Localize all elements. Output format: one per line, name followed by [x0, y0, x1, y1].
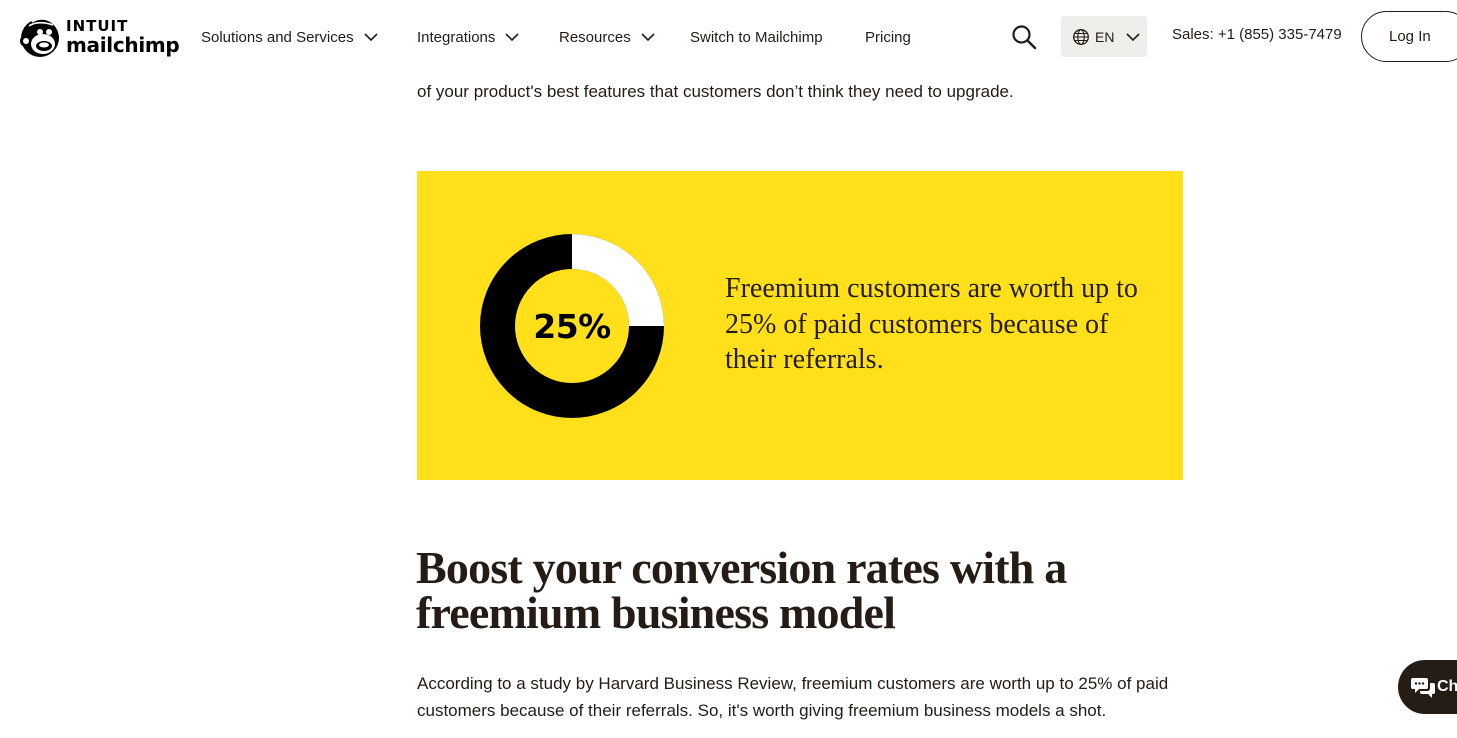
- nav-label: Integrations: [417, 28, 496, 46]
- stat-text: Freemium customers are worth up to 25% o…: [725, 273, 1138, 375]
- chevron-down-icon: [364, 33, 378, 42]
- site-header: INTUIT mailchimp Solutions and Services …: [0, 0, 1457, 74]
- donut-percent-label: 25%: [533, 306, 611, 346]
- globe-icon: [1073, 28, 1089, 45]
- stat-callout: 25% Freemium customers are worth up to 2…: [417, 171, 1183, 480]
- chevron-down-icon: [641, 33, 655, 42]
- nav-solutions-and-services[interactable]: Solutions and Services: [201, 24, 378, 50]
- section-heading: Boost your conversion rates with a freem…: [416, 542, 1067, 638]
- nav-pricing[interactable]: Pricing: [865, 24, 911, 50]
- intro-paragraph: of your product's best features that cus…: [417, 82, 1014, 101]
- logo-mailchimp-text: mailchimp: [66, 33, 180, 57]
- search-icon[interactable]: [1010, 23, 1038, 51]
- chevron-down-icon: [1126, 32, 1141, 41]
- language-selector[interactable]: EN: [1061, 16, 1147, 57]
- chat-label: Ch: [1437, 678, 1457, 695]
- sales-phone-link[interactable]: Sales: +1 (855) 335-7479: [1172, 26, 1342, 43]
- freddie-logo-icon: [20, 17, 59, 57]
- language-label: EN: [1095, 28, 1115, 45]
- nav-label: Resources: [559, 28, 631, 46]
- login-label: Log In: [1389, 28, 1431, 45]
- nav-label: Switch to Mailchimp: [690, 28, 823, 46]
- logo-intuit-text: INTUIT: [66, 17, 129, 35]
- nav-label: Solutions and Services: [201, 28, 354, 46]
- nav-integrations[interactable]: Integrations: [417, 24, 519, 50]
- nav-label: Pricing: [865, 28, 911, 46]
- chat-bubbles-icon: [1411, 678, 1435, 698]
- nav-switch-to-mailchimp[interactable]: Switch to Mailchimp: [690, 24, 823, 50]
- chevron-down-icon: [505, 33, 519, 42]
- login-button[interactable]: Log In: [1361, 11, 1457, 62]
- chat-button[interactable]: Ch: [1398, 660, 1457, 714]
- nav-resources[interactable]: Resources: [559, 24, 655, 50]
- body-paragraph: According to a study by Harvard Business…: [417, 674, 1169, 720]
- intuit-mailchimp-logo[interactable]: INTUIT mailchimp: [18, 14, 180, 60]
